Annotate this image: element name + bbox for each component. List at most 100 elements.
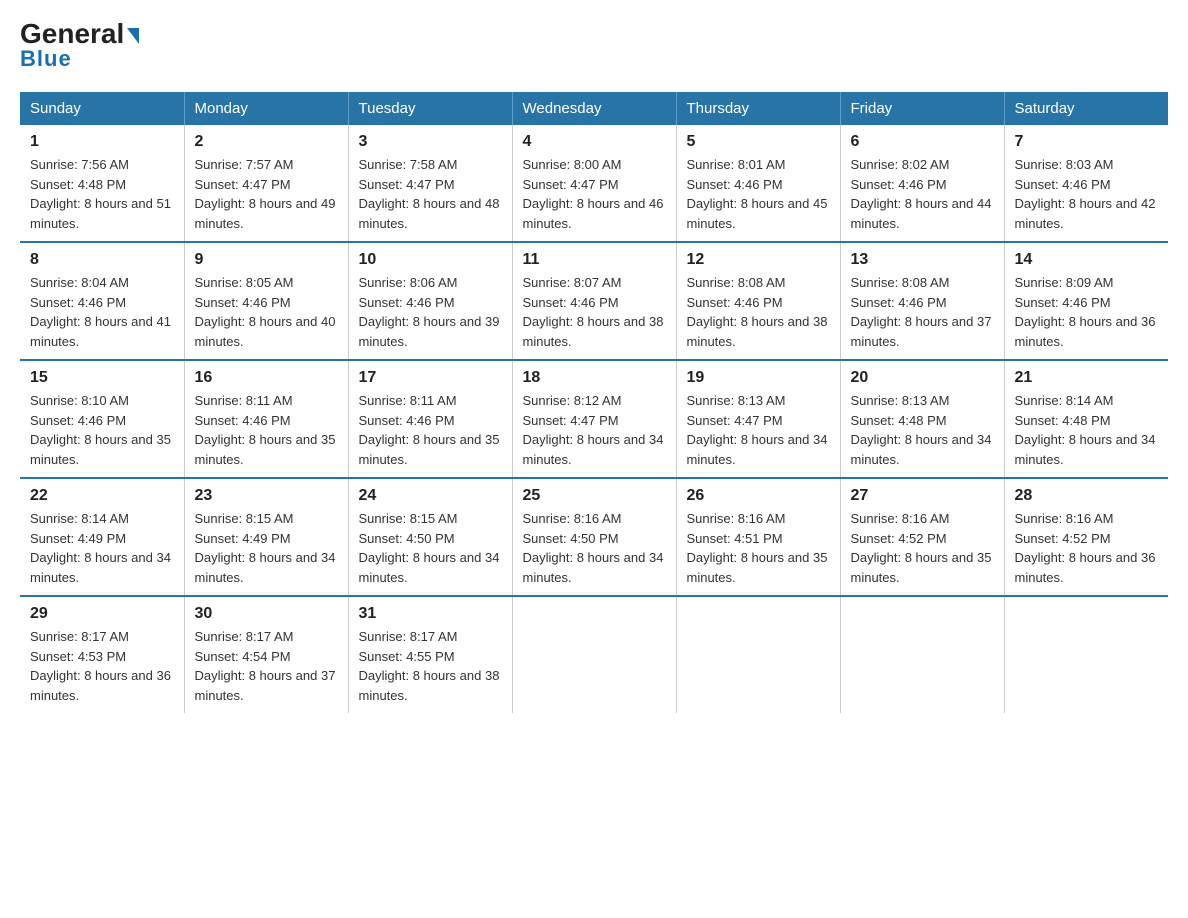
day-cell: 25 Sunrise: 8:16 AMSunset: 4:50 PMDayligh… [512,478,676,596]
col-header-thursday: Thursday [676,92,840,125]
day-cell: 3 Sunrise: 7:58 AMSunset: 4:47 PMDaylight… [348,125,512,242]
day-info: Sunrise: 8:01 AMSunset: 4:46 PMDaylight:… [687,155,830,233]
day-info: Sunrise: 8:07 AMSunset: 4:46 PMDaylight:… [523,273,666,351]
col-header-sunday: Sunday [20,92,184,125]
day-info: Sunrise: 7:58 AMSunset: 4:47 PMDaylight:… [359,155,502,233]
day-info: Sunrise: 8:15 AMSunset: 4:49 PMDaylight:… [195,509,338,587]
day-number: 8 [30,251,174,269]
day-info: Sunrise: 8:08 AMSunset: 4:46 PMDaylight:… [687,273,830,351]
day-info: Sunrise: 8:16 AMSunset: 4:52 PMDaylight:… [1015,509,1159,587]
day-number: 3 [359,133,502,151]
day-info: Sunrise: 8:04 AMSunset: 4:46 PMDaylight:… [30,273,174,351]
day-number: 14 [1015,251,1159,269]
day-number: 4 [523,133,666,151]
day-info: Sunrise: 8:00 AMSunset: 4:47 PMDaylight:… [523,155,666,233]
day-cell: 16 Sunrise: 8:11 AMSunset: 4:46 PMDayligh… [184,360,348,478]
day-info: Sunrise: 8:16 AMSunset: 4:51 PMDaylight:… [687,509,830,587]
day-info: Sunrise: 8:02 AMSunset: 4:46 PMDaylight:… [851,155,994,233]
day-number: 16 [195,369,338,387]
col-header-tuesday: Tuesday [348,92,512,125]
day-info: Sunrise: 8:06 AMSunset: 4:46 PMDaylight:… [359,273,502,351]
day-number: 2 [195,133,338,151]
day-number: 12 [687,251,830,269]
col-header-wednesday: Wednesday [512,92,676,125]
day-cell: 6Sunrise: 8:02 AMSunset: 4:46 PMDaylight… [840,125,1004,242]
day-number: 25 [523,487,666,505]
day-cell: 20Sunrise: 8:13 AMSunset: 4:48 PMDayligh… [840,360,1004,478]
day-info: Sunrise: 8:17 AMSunset: 4:55 PMDaylight:… [359,627,502,705]
day-number: 22 [30,487,174,505]
day-info: Sunrise: 8:11 AMSunset: 4:46 PMDaylight:… [195,391,338,469]
week-row-1: 1 Sunrise: 7:56 AMSunset: 4:48 PMDaylight… [20,125,1168,242]
logo-line2: Blue [20,46,72,72]
day-cell: 18Sunrise: 8:12 AMSunset: 4:47 PMDayligh… [512,360,676,478]
day-cell: 15 Sunrise: 8:10 AMSunset: 4:46 PMDayligh… [20,360,184,478]
day-cell: 10 Sunrise: 8:06 AMSunset: 4:46 PMDayligh… [348,242,512,360]
day-cell: 4 Sunrise: 8:00 AMSunset: 4:47 PMDaylight… [512,125,676,242]
day-number: 26 [687,487,830,505]
day-cell: 17Sunrise: 8:11 AMSunset: 4:46 PMDayligh… [348,360,512,478]
day-number: 23 [195,487,338,505]
day-cell: 8 Sunrise: 8:04 AMSunset: 4:46 PMDaylight… [20,242,184,360]
day-cell: 28 Sunrise: 8:16 AMSunset: 4:52 PMDayligh… [1004,478,1168,596]
day-info: Sunrise: 8:16 AMSunset: 4:52 PMDaylight:… [851,509,994,587]
day-cell: 26 Sunrise: 8:16 AMSunset: 4:51 PMDayligh… [676,478,840,596]
day-number: 31 [359,605,502,623]
day-cell: 11 Sunrise: 8:07 AMSunset: 4:46 PMDayligh… [512,242,676,360]
day-cell: 21Sunrise: 8:14 AMSunset: 4:48 PMDayligh… [1004,360,1168,478]
day-info: Sunrise: 8:15 AMSunset: 4:50 PMDaylight:… [359,509,502,587]
day-cell: 23 Sunrise: 8:15 AMSunset: 4:49 PMDayligh… [184,478,348,596]
day-number: 9 [195,251,338,269]
day-number: 28 [1015,487,1159,505]
day-info: Sunrise: 8:03 AMSunset: 4:46 PMDaylight:… [1015,155,1159,233]
day-cell: 19Sunrise: 8:13 AMSunset: 4:47 PMDayligh… [676,360,840,478]
day-cell: 30 Sunrise: 8:17 AMSunset: 4:54 PMDayligh… [184,596,348,713]
day-number: 15 [30,369,174,387]
day-number: 7 [1015,133,1159,151]
day-cell: 9 Sunrise: 8:05 AMSunset: 4:46 PMDaylight… [184,242,348,360]
week-row-4: 22 Sunrise: 8:14 AMSunset: 4:49 PMDayligh… [20,478,1168,596]
col-header-saturday: Saturday [1004,92,1168,125]
day-info: Sunrise: 8:14 AMSunset: 4:48 PMDaylight:… [1015,391,1159,469]
day-number: 30 [195,605,338,623]
day-cell: 22 Sunrise: 8:14 AMSunset: 4:49 PMDayligh… [20,478,184,596]
day-cell [512,596,676,713]
day-cell [676,596,840,713]
day-info: Sunrise: 8:10 AMSunset: 4:46 PMDaylight:… [30,391,174,469]
day-info: Sunrise: 8:17 AMSunset: 4:54 PMDaylight:… [195,627,338,705]
day-info: Sunrise: 8:08 AMSunset: 4:46 PMDaylight:… [851,273,994,351]
day-number: 27 [851,487,994,505]
day-info: Sunrise: 8:14 AMSunset: 4:49 PMDaylight:… [30,509,174,587]
day-cell: 27 Sunrise: 8:16 AMSunset: 4:52 PMDayligh… [840,478,1004,596]
col-header-monday: Monday [184,92,348,125]
day-cell: 29 Sunrise: 8:17 AMSunset: 4:53 PMDayligh… [20,596,184,713]
col-header-friday: Friday [840,92,1004,125]
day-number: 1 [30,133,174,151]
day-info: Sunrise: 8:11 AMSunset: 4:46 PMDaylight:… [359,391,502,469]
page-header: General Blue [20,20,1168,72]
day-info: Sunrise: 8:05 AMSunset: 4:46 PMDaylight:… [195,273,338,351]
week-row-5: 29 Sunrise: 8:17 AMSunset: 4:53 PMDayligh… [20,596,1168,713]
day-info: Sunrise: 8:12 AMSunset: 4:47 PMDaylight:… [523,391,666,469]
day-cell: 14 Sunrise: 8:09 AMSunset: 4:46 PMDayligh… [1004,242,1168,360]
day-cell: 24 Sunrise: 8:15 AMSunset: 4:50 PMDayligh… [348,478,512,596]
day-info: Sunrise: 8:09 AMSunset: 4:46 PMDaylight:… [1015,273,1159,351]
day-number: 24 [359,487,502,505]
day-number: 11 [523,251,666,269]
day-cell: 1 Sunrise: 7:56 AMSunset: 4:48 PMDaylight… [20,125,184,242]
day-number: 20 [851,369,994,387]
day-cell: 31 Sunrise: 8:17 AMSunset: 4:55 PMDayligh… [348,596,512,713]
day-info: Sunrise: 7:56 AMSunset: 4:48 PMDaylight:… [30,155,174,233]
day-number: 10 [359,251,502,269]
logo: General Blue [20,20,139,72]
day-info: Sunrise: 7:57 AMSunset: 4:47 PMDaylight:… [195,155,338,233]
day-info: Sunrise: 8:16 AMSunset: 4:50 PMDaylight:… [523,509,666,587]
day-number: 29 [30,605,174,623]
day-number: 5 [687,133,830,151]
logo-line1: General [20,20,139,48]
day-info: Sunrise: 8:13 AMSunset: 4:47 PMDaylight:… [687,391,830,469]
day-cell [1004,596,1168,713]
day-cell: 2 Sunrise: 7:57 AMSunset: 4:47 PMDaylight… [184,125,348,242]
day-cell [840,596,1004,713]
day-info: Sunrise: 8:17 AMSunset: 4:53 PMDaylight:… [30,627,174,705]
